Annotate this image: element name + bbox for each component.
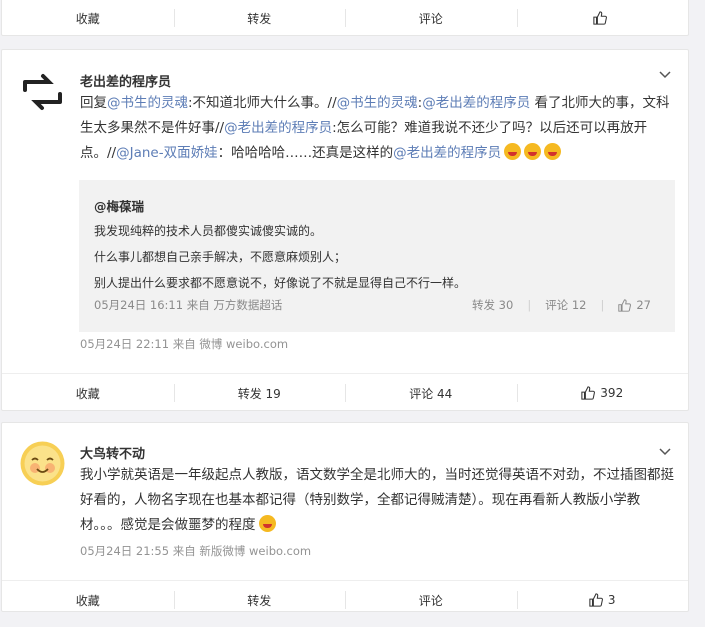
mention-link[interactable]: @老出差的程序员 bbox=[393, 145, 501, 161]
comment-button[interactable]: 评论 44 bbox=[345, 374, 517, 412]
mention-link[interactable]: @书生的灵魂 bbox=[107, 95, 188, 111]
repost-label: 转发 bbox=[247, 593, 272, 608]
collect-label: 收藏 bbox=[75, 11, 100, 26]
user-avatar[interactable] bbox=[20, 441, 65, 486]
collect-label: 收藏 bbox=[75, 386, 100, 401]
thumbs-up-icon bbox=[593, 11, 607, 25]
mention-link[interactable]: @老出差的程序员 bbox=[224, 120, 332, 136]
laugh-emoji-icon bbox=[544, 143, 562, 160]
quoted-text-line: 别人提出什么要求都不愿意说不，好像说了不就是显得自己不行一样。 bbox=[94, 276, 467, 290]
mention-link[interactable]: @老出差的程序员 bbox=[422, 95, 530, 111]
mention-link[interactable]: @Jane-双面娇娃 bbox=[116, 145, 218, 161]
collect-button[interactable]: 收藏 bbox=[2, 0, 174, 37]
collect-label: 收藏 bbox=[75, 593, 100, 608]
post-card: 大鸟转不动 我小学就英语是一年级起点人教版，语文数学全是北师大的，当时还觉得英语… bbox=[1, 422, 689, 612]
post-text-segment: :不知道北师大什么事。// bbox=[188, 95, 337, 111]
divider: | bbox=[527, 298, 532, 312]
post-actions: 收藏 转发 19 评论 44 392 bbox=[2, 373, 688, 412]
reply-text: 回复 bbox=[80, 95, 107, 111]
like-count: 392 bbox=[600, 386, 624, 400]
quoted-repost-count[interactable]: 转发 30 bbox=[472, 297, 513, 313]
quoted-text-line: 什么事儿都想自己亲手解决，不愿意麻烦别人； bbox=[94, 250, 347, 264]
quoted-text-line: 我发现纯粹的技术人员都傻实诚傻实诚的。 bbox=[94, 224, 323, 238]
comment-button[interactable]: 评论 bbox=[345, 581, 517, 619]
quoted-like-count[interactable]: 27 bbox=[618, 298, 651, 312]
quoted-meta: 05月24日 16:11 来自 万方数据超话 bbox=[94, 298, 283, 312]
previous-post-actions: 收藏 转发 评论 bbox=[2, 0, 688, 37]
post-text-segment: ：哈哈哈哈……还真是这样的 bbox=[217, 145, 394, 161]
laugh-emoji-icon bbox=[524, 143, 542, 160]
comment-label: 评论 bbox=[418, 11, 443, 26]
post-meta: 05月24日 21:55 来自 新版微博 weibo.com bbox=[80, 544, 312, 558]
repost-label: 转发 19 bbox=[237, 386, 281, 401]
laugh-emoji-icon bbox=[504, 143, 522, 160]
repost-label: 转发 bbox=[247, 11, 272, 26]
thumbs-up-icon bbox=[581, 386, 596, 400]
post-actions: 收藏 转发 评论 3 bbox=[2, 580, 688, 619]
divider: | bbox=[600, 298, 605, 312]
quoted-comment-count[interactable]: 评论 12 bbox=[545, 297, 586, 313]
repost-button[interactable]: 转发 bbox=[173, 0, 346, 37]
repost-button[interactable]: 转发 bbox=[173, 581, 346, 619]
post-username[interactable]: 老出差的程序员 bbox=[80, 71, 171, 90]
thumbs-up-icon bbox=[589, 593, 603, 607]
chevron-down-icon[interactable] bbox=[658, 445, 672, 459]
post-meta: 05月24日 22:11 来自 微博 weibo.com bbox=[80, 337, 289, 351]
post-text-content: 我小学就英语是一年级起点人教版，语文数学全是北师大的，当时还觉得英语不对劲，不过… bbox=[80, 467, 674, 533]
quoted-like-value: 27 bbox=[636, 298, 651, 312]
repost-button[interactable]: 转发 19 bbox=[173, 374, 346, 412]
post-username[interactable]: 大鸟转不动 bbox=[80, 443, 145, 462]
collect-button[interactable]: 收藏 bbox=[2, 374, 174, 412]
collect-button[interactable]: 收藏 bbox=[2, 581, 174, 619]
like-button[interactable]: 392 bbox=[516, 374, 689, 412]
chevron-down-icon[interactable] bbox=[658, 68, 672, 82]
like-button[interactable]: 3 bbox=[516, 581, 689, 619]
mention-link[interactable]: @书生的灵魂 bbox=[337, 95, 418, 111]
comment-label: 评论 bbox=[418, 593, 443, 608]
comment-label: 评论 44 bbox=[409, 386, 453, 401]
post-text: 我小学就英语是一年级起点人教版，语文数学全是北师大的，当时还觉得英语不对劲，不过… bbox=[80, 463, 674, 538]
laugh-emoji-icon bbox=[258, 515, 276, 532]
quoted-stats: 转发 30 | 评论 12 | 27 bbox=[472, 297, 651, 313]
quoted-username[interactable]: @梅葆瑞 bbox=[94, 196, 144, 215]
post-card: 老出差的程序员 回复@书生的灵魂:不知道北师大什么事。//@书生的灵魂:@老出差… bbox=[1, 49, 689, 411]
thumbs-up-icon bbox=[618, 298, 632, 312]
like-button[interactable] bbox=[516, 0, 689, 37]
previous-post-card: 收藏 转发 评论 bbox=[1, 0, 689, 36]
repost-logo-avatar[interactable] bbox=[20, 70, 65, 115]
quoted-post[interactable]: @梅葆瑞 我发现纯粹的技术人员都傻实诚傻实诚的。 什么事儿都想自己亲手解决，不愿… bbox=[79, 180, 675, 332]
comment-button[interactable]: 评论 bbox=[345, 0, 517, 37]
like-count: 3 bbox=[607, 593, 616, 607]
post-text: 回复@书生的灵魂:不知道北师大什么事。//@书生的灵魂:@老出差的程序员 看了北… bbox=[80, 91, 674, 166]
